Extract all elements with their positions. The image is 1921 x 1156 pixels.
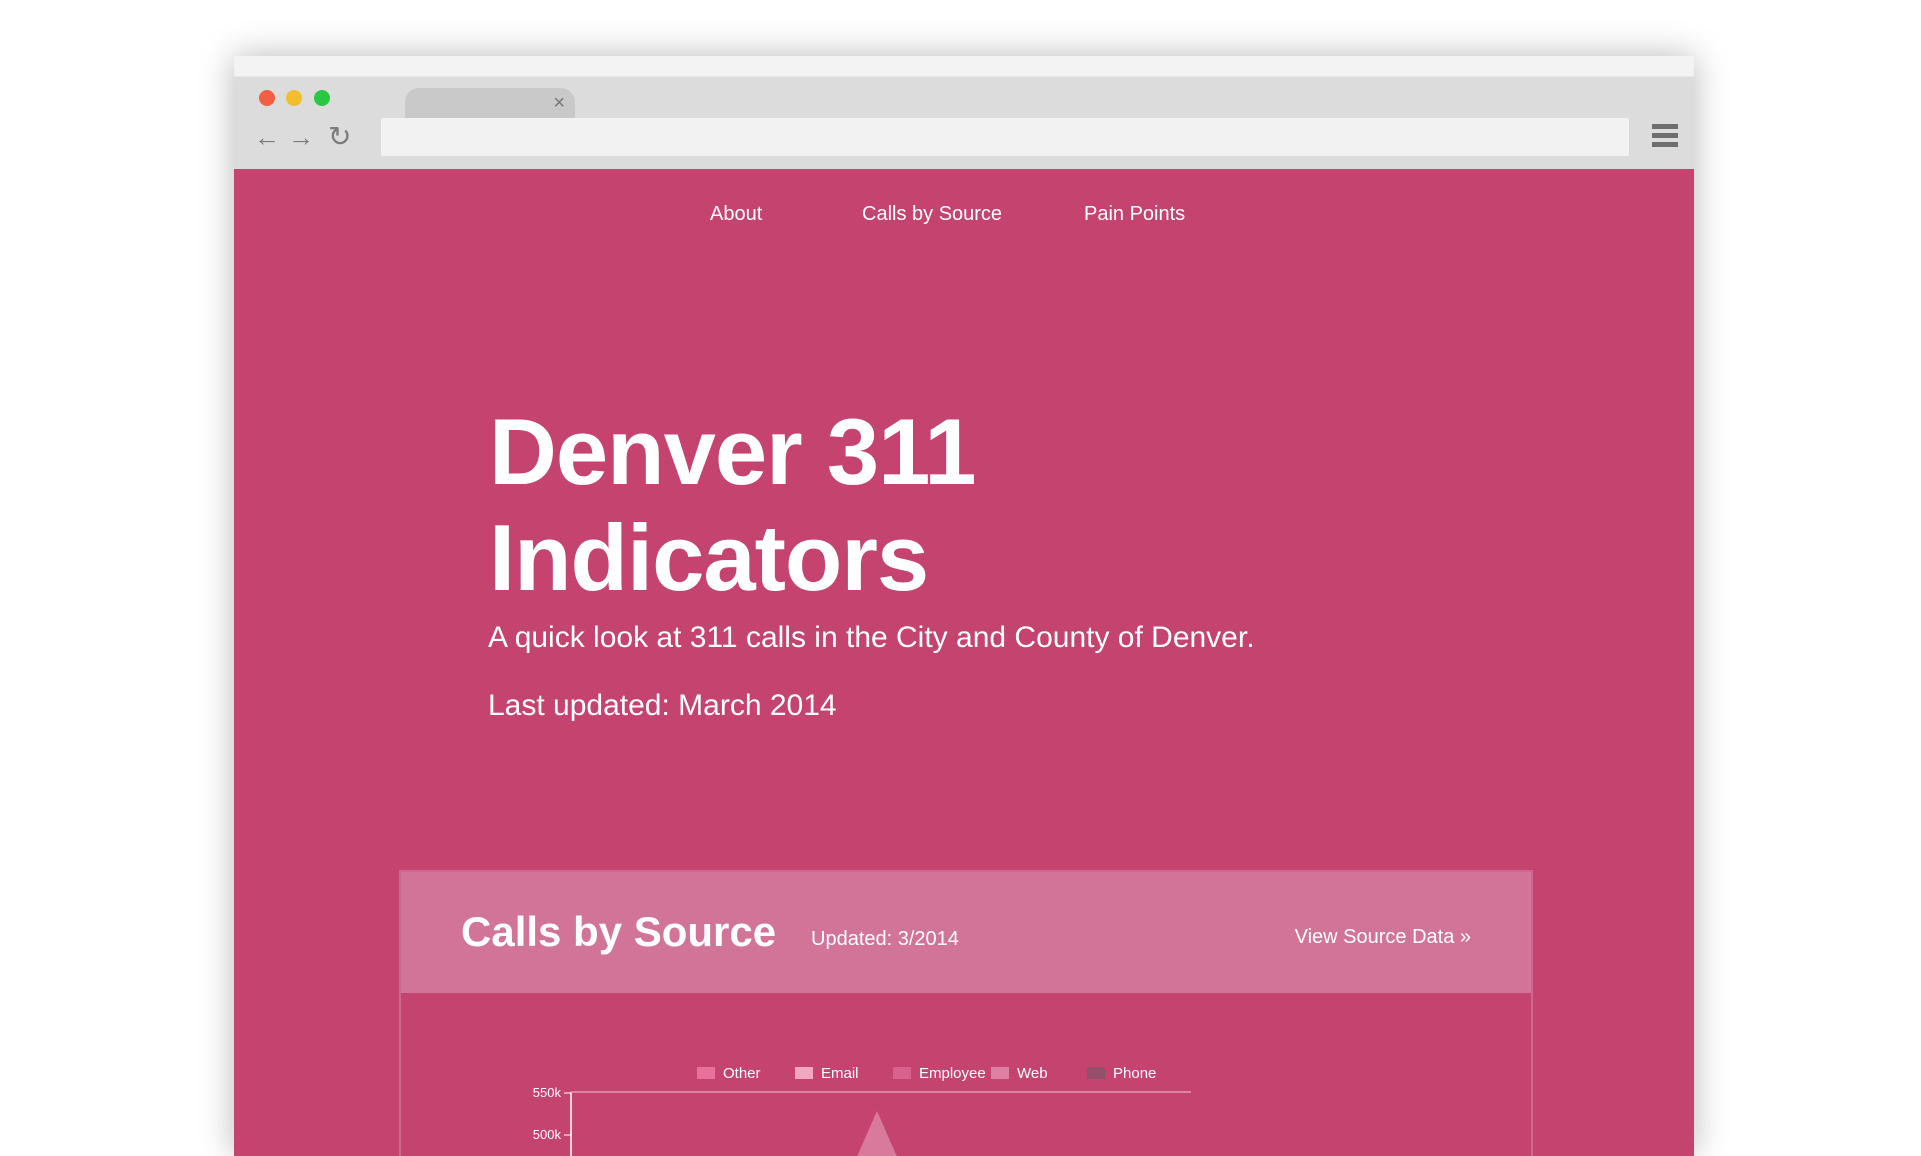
minimize-window-button[interactable] <box>286 90 302 106</box>
page-content: About Calls by Source Pain Points Denver… <box>234 169 1694 1156</box>
page-title-line1: Denver 311 <box>489 399 976 504</box>
legend-swatch-phone <box>1087 1067 1105 1079</box>
nav-link-about[interactable]: About <box>710 203 762 226</box>
last-updated-text: Last updated: March 2014 <box>488 689 837 722</box>
legend-label-web: Web <box>1017 1065 1048 1082</box>
hamburger-menu-icon[interactable] <box>1652 124 1678 151</box>
legend-label-email: Email <box>821 1065 859 1082</box>
page-title-line2: Indicators <box>489 505 929 610</box>
legend-swatch-employee <box>893 1067 911 1079</box>
tab-close-icon[interactable]: × <box>553 92 565 114</box>
y-tick-label: 500k <box>533 1127 562 1142</box>
panel-updated-text: Updated: 3/2014 <box>811 928 959 950</box>
browser-titlebar: × ← → ↻ <box>234 56 1694 169</box>
legend-label-phone: Phone <box>1113 1065 1156 1082</box>
area-series-peak <box>857 1111 897 1156</box>
legend-swatch-email <box>795 1067 813 1079</box>
panel-header: Calls by Source Updated: 3/2014 View Sou… <box>401 872 1531 993</box>
browser-tab[interactable]: × <box>405 88 575 120</box>
panel-title: Calls by Source <box>461 908 777 955</box>
legend-label-other: Other <box>723 1065 761 1082</box>
page-subtitle: A quick look at 311 calls in the City an… <box>488 621 1255 654</box>
address-bar[interactable] <box>381 118 1629 156</box>
legend-label-employee: Employee <box>919 1065 986 1082</box>
view-source-data-link[interactable]: View Source Data » <box>1295 926 1471 949</box>
close-window-button[interactable] <box>259 90 275 106</box>
page-title: Denver 311 Indicators <box>489 399 1189 611</box>
nav-link-pain-points[interactable]: Pain Points <box>1084 203 1185 226</box>
maximize-window-button[interactable] <box>314 90 330 106</box>
browser-window: × ← → ↻ About Calls by Source Pain Point… <box>234 56 1694 1156</box>
legend-swatch-other <box>697 1067 715 1079</box>
arrow-right-icon[interactable]: → <box>288 122 314 152</box>
arrow-left-icon[interactable]: ← <box>254 122 280 152</box>
calls-by-source-chart: Other Email Employee Web Phone 550k 500k <box>533 1065 1191 1156</box>
nav-link-calls-by-source[interactable]: Calls by Source <box>862 203 1002 226</box>
y-tick-label: 550k <box>533 1085 562 1100</box>
calls-by-source-panel: Calls by Source Updated: 3/2014 View Sou… <box>399 870 1533 1156</box>
reload-icon[interactable]: ↻ <box>328 122 351 152</box>
legend-swatch-web <box>991 1067 1009 1079</box>
